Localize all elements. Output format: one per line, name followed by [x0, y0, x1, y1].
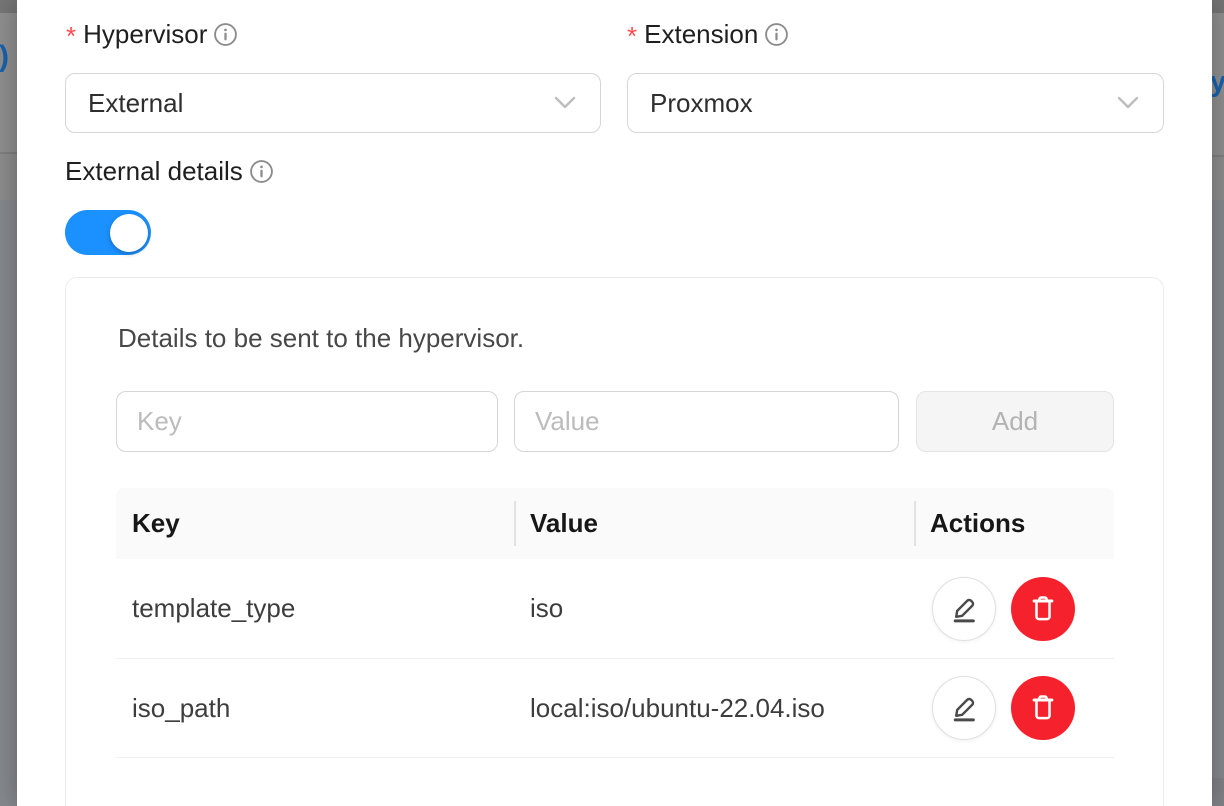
- extension-label: * Extension: [627, 18, 789, 50]
- required-mark: *: [627, 20, 637, 52]
- add-button[interactable]: Add: [916, 391, 1114, 452]
- external-details-label: External details: [65, 155, 274, 187]
- hypervisor-select-value: External: [88, 88, 183, 119]
- extension-select-value: Proxmox: [650, 88, 753, 119]
- extension-select[interactable]: Proxmox: [627, 73, 1164, 133]
- hypervisor-select[interactable]: External: [65, 73, 601, 133]
- row-key-cell: template_type: [116, 593, 514, 624]
- edit-button[interactable]: [932, 577, 996, 641]
- row-actions-cell: [914, 577, 1114, 641]
- backdrop-link-fragment-left: ): [0, 40, 9, 74]
- info-icon[interactable]: [249, 159, 274, 184]
- key-value-table: Key Value Actions template_type iso: [116, 488, 1114, 758]
- row-value-cell: local:iso/ubuntu-22.04.iso: [514, 693, 914, 724]
- extension-label-text: Extension: [644, 18, 758, 50]
- backdrop-band: [0, 200, 17, 806]
- required-mark: *: [66, 20, 76, 52]
- chevron-down-icon: [552, 88, 578, 119]
- info-icon[interactable]: [213, 22, 238, 47]
- backdrop-link-fragment-right: ys: [1212, 66, 1224, 99]
- table-row: template_type iso: [116, 559, 1114, 659]
- row-key-cell: iso_path: [116, 693, 514, 724]
- pencil-icon: [947, 691, 981, 725]
- external-details-toggle[interactable]: [65, 210, 151, 255]
- chevron-down-icon: [1115, 88, 1141, 119]
- column-divider: [514, 501, 516, 546]
- backdrop-band: [1212, 157, 1224, 200]
- edit-button[interactable]: [932, 676, 996, 740]
- panel-description: Details to be sent to the hypervisor.: [118, 322, 524, 354]
- table-header-value: Value: [514, 508, 914, 539]
- backdrop-band: [1212, 0, 1224, 13]
- trash-icon: [1027, 692, 1059, 724]
- backdrop-band: [1212, 778, 1224, 806]
- backdrop-band: [0, 0, 17, 13]
- value-input[interactable]: [514, 391, 899, 452]
- external-details-label-text: External details: [65, 155, 243, 187]
- backdrop-band: [0, 13, 17, 152]
- info-icon[interactable]: [764, 22, 789, 47]
- delete-button[interactable]: [1011, 676, 1075, 740]
- screen: ) ys * Hypervisor External: [0, 0, 1224, 806]
- row-value-cell: iso: [514, 593, 914, 624]
- hypervisor-label: * Hypervisor: [66, 18, 238, 50]
- hypervisor-label-text: Hypervisor: [83, 18, 207, 50]
- backdrop-right-strip: ys: [1212, 0, 1224, 806]
- column-divider: [914, 501, 916, 546]
- backdrop-left-strip: ): [0, 0, 17, 806]
- table-header-key: Key: [116, 508, 514, 539]
- toggle-knob: [110, 214, 148, 252]
- table-header-row: Key Value Actions: [116, 488, 1114, 559]
- key-input[interactable]: [116, 391, 498, 452]
- row-actions-cell: [914, 676, 1114, 740]
- table-header-actions: Actions: [914, 508, 1114, 539]
- delete-button[interactable]: [1011, 577, 1075, 641]
- trash-icon: [1027, 593, 1059, 625]
- table-row: iso_path local:iso/ubuntu-22.04.iso: [116, 659, 1114, 758]
- backdrop-band: [0, 154, 17, 200]
- pencil-icon: [947, 592, 981, 626]
- external-details-panel: Details to be sent to the hypervisor. Ad…: [65, 277, 1164, 806]
- backdrop-band: [1212, 200, 1224, 778]
